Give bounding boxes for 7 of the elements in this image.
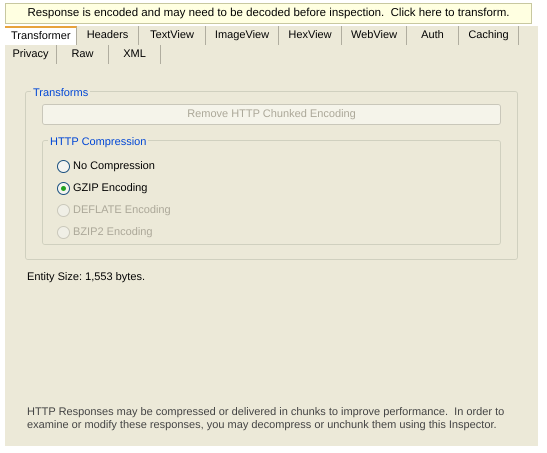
radio-option[interactable]: GZIP Encoding [57, 177, 171, 199]
tab[interactable]: Transformer [5, 26, 77, 45]
entity-size-text: Entity Size: 1,553 bytes. [27, 270, 146, 285]
transform-banner[interactable]: Response is encoded and may need to be decoded before inspection. Click here to transform. [5, 3, 532, 24]
radio-option[interactable]: No Compression [57, 155, 171, 177]
help-text: HTTP Responses may be compressed or delivered in chunks to improve performance. In order to examine or modify these responses, you may decompress or unchunk them using this Inspector. [27, 406, 506, 432]
group-title: HTTP Compression [48, 134, 148, 150]
